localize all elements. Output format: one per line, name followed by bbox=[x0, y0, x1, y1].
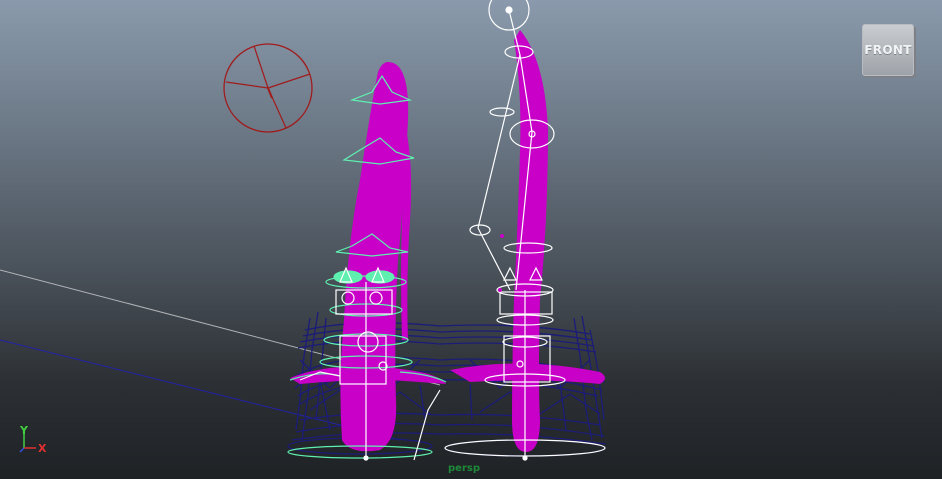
x-axis-label: X bbox=[38, 442, 47, 455]
view-cube-face-label[interactable]: FRONT bbox=[864, 43, 911, 57]
selection-markers bbox=[498, 234, 504, 292]
light-manipulator[interactable] bbox=[223, 43, 313, 133]
view-cube[interactable]: FRONT bbox=[862, 24, 914, 76]
left-magenta-mesh[interactable] bbox=[290, 62, 446, 452]
wireframe-base[interactable] bbox=[287, 311, 607, 457]
maya-viewport[interactable]: FRONT persp Y X bbox=[0, 0, 942, 479]
camera-name-label: persp bbox=[448, 463, 480, 474]
axis-gizmo: Y X bbox=[19, 424, 47, 455]
z-axis-icon bbox=[19, 447, 25, 453]
right-magenta-mesh[interactable] bbox=[450, 30, 605, 452]
y-axis-label: Y bbox=[19, 424, 29, 437]
scene-canvas[interactable] bbox=[0, 0, 942, 479]
